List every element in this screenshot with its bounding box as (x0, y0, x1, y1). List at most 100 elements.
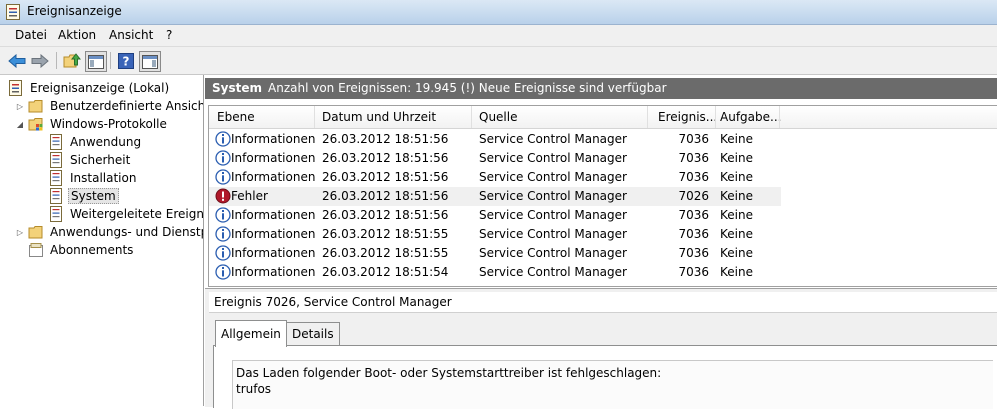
table-row[interactable]: Fehler 26.03.2012 18:51:56 Service Control… (209, 187, 781, 206)
show-hide-tree-button[interactable] (85, 51, 107, 72)
cell-source: Service Control Manager (479, 170, 627, 184)
menu-action[interactable]: Aktion (58, 28, 96, 42)
information-icon (215, 245, 231, 261)
cell-source: Service Control Manager (479, 132, 627, 146)
table-row[interactable]: Informationen 26.03.2012 18:51:56 Service … (209, 149, 781, 168)
title-bar: Ereignisanzeige (0, 0, 997, 25)
cell-event-id: 7026 (678, 189, 709, 203)
cell-date: 26.03.2012 18:51:56 (322, 189, 449, 203)
cell-level: Informationen (231, 227, 316, 241)
table-row[interactable]: Informationen 26.03.2012 18:51:56 Service … (209, 206, 781, 225)
window-title: Ereignisanzeige (27, 4, 122, 18)
cell-date: 26.03.2012 18:51:56 (322, 170, 449, 184)
column-divider[interactable] (779, 106, 780, 128)
tree-item-forwarded-events[interactable]: Weitergeleitete Ereignisse (48, 205, 203, 223)
cell-level: Fehler (231, 189, 268, 203)
log-icon (50, 134, 62, 150)
column-divider[interactable] (647, 106, 648, 128)
column-divider[interactable] (715, 106, 716, 128)
svg-text:?: ? (123, 54, 130, 68)
tree-item-label: Windows-Protokolle (50, 117, 167, 131)
cell-date: 26.03.2012 18:51:56 (322, 132, 449, 146)
cell-task: Keine (720, 208, 753, 222)
cell-source: Service Control Manager (479, 189, 627, 203)
tree-item-app-services[interactable]: ▷ Anwendungs- und Dienstprotokolle (15, 223, 203, 241)
tree-item-system[interactable]: System (48, 187, 119, 205)
log-name: System (212, 81, 262, 95)
up-button[interactable] (62, 51, 82, 70)
toolbar-separator (110, 52, 111, 69)
tree-item-label: Ereignisanzeige (Lokal) (30, 81, 170, 95)
tree-item-root[interactable]: Ereignisanzeige (Lokal) (8, 79, 171, 97)
menu-view[interactable]: Ansicht (109, 28, 153, 42)
information-icon (215, 131, 231, 147)
cell-source: Service Control Manager (479, 151, 627, 165)
information-icon (215, 150, 231, 166)
expand-arrow-icon[interactable]: ▷ (15, 228, 25, 237)
cell-task: Keine (720, 151, 753, 165)
cell-task: Keine (720, 132, 753, 146)
cell-level: Informationen (231, 246, 316, 260)
column-header-level[interactable]: Ebene (217, 110, 255, 124)
tree-item-label: Installation (70, 171, 137, 185)
collapse-arrow-icon[interactable]: ◢ (15, 120, 25, 129)
cell-task: Keine (720, 227, 753, 241)
event-count-summary: Anzahl von Ereignissen: 19.945 (!) Neue … (268, 81, 667, 95)
cell-event-id: 7036 (678, 132, 709, 146)
folder-icon (28, 100, 43, 113)
menu-file[interactable]: Datei (15, 28, 47, 42)
event-viewer-icon (9, 80, 22, 96)
expand-arrow-icon[interactable]: ▷ (15, 102, 25, 111)
cell-date: 26.03.2012 18:51:55 (322, 227, 449, 241)
log-icon (50, 170, 62, 186)
event-message-line: Das Laden folgender Boot- oder Systemsta… (236, 366, 662, 380)
table-row[interactable]: Informationen 26.03.2012 18:51:56 Service … (209, 130, 781, 149)
help-icon: ? (118, 52, 134, 69)
tree-item-security[interactable]: Sicherheit (48, 151, 132, 169)
event-detail-title-bar: Ereignis 7026, Service Control Manager (209, 292, 997, 313)
tree-item-application[interactable]: Anwendung (48, 133, 143, 151)
tree-item-windows-logs[interactable]: ◢ Windows-Protokolle (15, 115, 169, 133)
table-row[interactable]: Informationen 26.03.2012 18:51:55 Service … (209, 225, 781, 244)
cell-source: Service Control Manager (479, 265, 627, 279)
folder-windows-icon (28, 118, 43, 131)
menu-help[interactable]: ? (166, 28, 172, 42)
event-message-box[interactable]: Das Laden folgender Boot- oder Systemsta… (232, 360, 993, 409)
tree-item-label: Sicherheit (70, 153, 131, 167)
cell-event-id: 7036 (678, 227, 709, 241)
background-watermark (520, 2, 880, 24)
tree-item-label: Anwendungs- und Dienstprotokolle (50, 225, 203, 239)
event-detail-title: Ereignis 7026, Service Control Manager (214, 295, 452, 309)
column-header-event-id[interactable]: Ereignis... (658, 110, 717, 124)
cell-task: Keine (720, 170, 753, 184)
tree-item-subscriptions[interactable]: Abonnements (28, 241, 135, 259)
show-hide-action-icon (142, 54, 158, 69)
column-divider[interactable] (314, 106, 315, 128)
forward-button[interactable] (30, 51, 50, 70)
table-row[interactable]: Informationen 26.03.2012 18:51:54 Service … (209, 263, 781, 282)
back-arrow-icon (8, 53, 26, 68)
tab-general-content: Das Laden folgender Boot- oder Systemsta… (213, 345, 997, 409)
back-button[interactable] (7, 51, 27, 70)
table-row[interactable]: Informationen 26.03.2012 18:51:55 Service … (209, 244, 781, 263)
event-viewer-app-icon (6, 4, 20, 20)
cell-event-id: 7036 (678, 246, 709, 260)
event-message-line: trufos (236, 382, 272, 396)
column-header-date[interactable]: Datum und Uhrzeit (322, 110, 436, 124)
cell-date: 26.03.2012 18:51:55 (322, 246, 449, 260)
show-hide-action-button[interactable] (139, 51, 161, 72)
log-icon (50, 188, 62, 204)
help-button[interactable]: ? (116, 51, 136, 70)
tab-details[interactable]: Details (286, 322, 340, 346)
column-divider[interactable] (471, 106, 472, 128)
tab-general[interactable]: Allgemein (215, 320, 287, 347)
toolbar-separator (56, 52, 57, 69)
column-header-task[interactable]: Aufgabe... (720, 110, 781, 124)
cell-level: Informationen (231, 265, 316, 279)
cell-event-id: 7036 (678, 265, 709, 279)
tree-item-setup[interactable]: Installation (48, 169, 138, 187)
column-header-source[interactable]: Quelle (479, 110, 517, 124)
tree-item-custom-views[interactable]: ▷ Benutzerdefinierte Ansichten (15, 97, 203, 115)
table-row[interactable]: Informationen 26.03.2012 18:51:56 Service … (209, 168, 781, 187)
cell-source: Service Control Manager (479, 208, 627, 222)
